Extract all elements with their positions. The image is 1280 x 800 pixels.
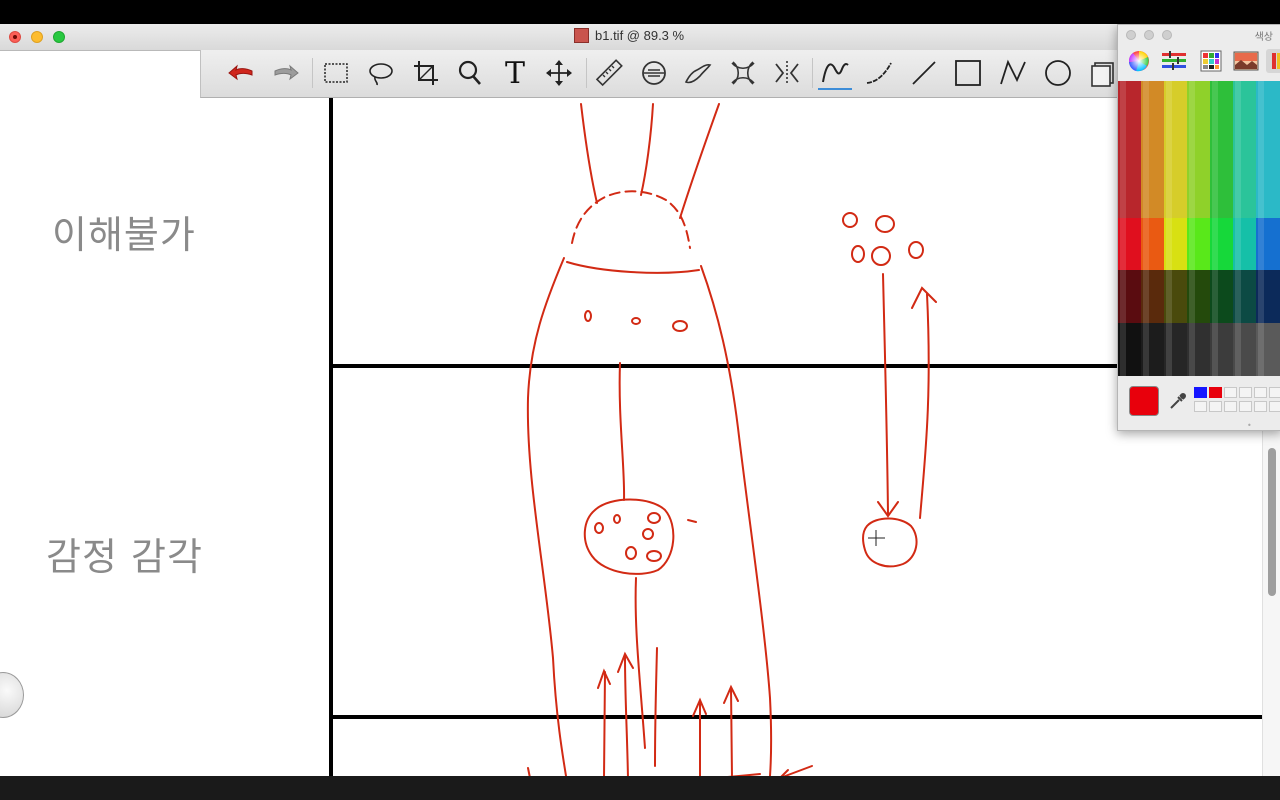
pencil-row-gray xyxy=(1118,323,1280,376)
rect-select-icon[interactable] xyxy=(319,56,353,90)
empty-swatch[interactable] xyxy=(1239,401,1252,412)
empty-swatch[interactable] xyxy=(1224,387,1237,398)
lasso-icon[interactable] xyxy=(364,56,398,90)
toolbar-separator xyxy=(586,58,587,88)
empty-swatch[interactable] xyxy=(1194,401,1207,412)
empty-swatch[interactable] xyxy=(1269,401,1280,412)
panel-zoom-button[interactable] xyxy=(1162,30,1172,40)
freehand-icon[interactable] xyxy=(818,56,852,90)
document-icon xyxy=(574,28,589,43)
empty-swatch[interactable] xyxy=(1209,401,1222,412)
sketch-drawing xyxy=(329,98,1262,788)
minimize-button[interactable] xyxy=(31,31,43,43)
title-bar: b1.tif @ 89.3 % xyxy=(0,24,1280,51)
level-icon[interactable] xyxy=(637,56,671,90)
move-icon[interactable] xyxy=(542,56,576,90)
text-icon[interactable]: T xyxy=(498,55,532,91)
current-color-well[interactable] xyxy=(1129,386,1159,416)
vertical-scrollbar[interactable] xyxy=(1262,424,1280,800)
curve-icon[interactable] xyxy=(862,56,896,90)
zoom-button[interactable] xyxy=(53,31,65,43)
toolbar-separator xyxy=(812,58,813,88)
palette-icon[interactable] xyxy=(1197,49,1225,73)
ruler-icon[interactable] xyxy=(592,56,626,90)
empty-swatch[interactable] xyxy=(1254,387,1267,398)
empty-swatch[interactable] xyxy=(1224,401,1237,412)
toolbar-separator xyxy=(312,58,313,88)
line-icon[interactable] xyxy=(907,56,941,90)
text-tool-glyph: T xyxy=(504,55,525,91)
stamp-icon[interactable] xyxy=(1087,56,1121,90)
color-wheel-icon[interactable] xyxy=(1125,49,1153,73)
image-canvas[interactable]: 이해불가 감정 감각 xyxy=(0,98,1280,788)
empty-swatch[interactable] xyxy=(1254,401,1267,412)
smudge-icon[interactable] xyxy=(681,56,715,90)
transform-icon[interactable] xyxy=(726,56,760,90)
redo-icon[interactable] xyxy=(269,56,303,90)
undo-icon[interactable] xyxy=(224,56,258,90)
window-title: b1.tif @ 89.3 % xyxy=(574,28,684,43)
pencils-icon[interactable] xyxy=(1266,49,1280,73)
panel-title: 색상 xyxy=(1254,32,1273,43)
pencil-row-light xyxy=(1118,81,1280,241)
recent-swatch[interactable] xyxy=(1209,387,1222,398)
image-icon[interactable] xyxy=(1232,49,1260,73)
flip-icon[interactable] xyxy=(770,56,804,90)
pencil-colors[interactable] xyxy=(1118,81,1280,376)
desktop-background xyxy=(0,776,1280,800)
recent-swatch[interactable] xyxy=(1194,387,1207,398)
close-button[interactable] xyxy=(9,31,21,43)
panel-resize-grip[interactable]: • xyxy=(1247,421,1252,430)
empty-swatch[interactable] xyxy=(1269,387,1280,398)
ellipse-icon[interactable] xyxy=(1041,56,1075,90)
window-title-text: b1.tif @ 89.3 % xyxy=(595,28,685,43)
zoom-icon[interactable] xyxy=(453,56,487,90)
red-sketch xyxy=(526,103,937,788)
row-label-emotion-sense: 감정 감각 xyxy=(46,535,203,579)
panel-close-button[interactable] xyxy=(1126,30,1136,40)
pencil-row-dark xyxy=(1118,270,1280,323)
polyline-icon[interactable] xyxy=(996,56,1030,90)
rectangle-icon[interactable] xyxy=(951,56,985,90)
crop-icon[interactable] xyxy=(409,56,443,90)
pencil-row-bright xyxy=(1118,218,1280,270)
app-window: b1.tif @ 89.3 % T 이해불가 감정 감각 xyxy=(0,24,1280,800)
vertical-scroll-thumb[interactable] xyxy=(1268,448,1276,596)
empty-swatch[interactable] xyxy=(1239,387,1252,398)
color-picker-panel: 색상 • xyxy=(1117,24,1280,431)
panel-minimize-button[interactable] xyxy=(1144,30,1154,40)
sliders-icon[interactable] xyxy=(1160,49,1188,73)
crosshair-cursor xyxy=(868,530,885,546)
row-label-incomprehensible: 이해불가 xyxy=(52,213,196,257)
eyedropper-icon[interactable] xyxy=(1168,391,1188,411)
tool-bar: T xyxy=(200,50,1121,98)
